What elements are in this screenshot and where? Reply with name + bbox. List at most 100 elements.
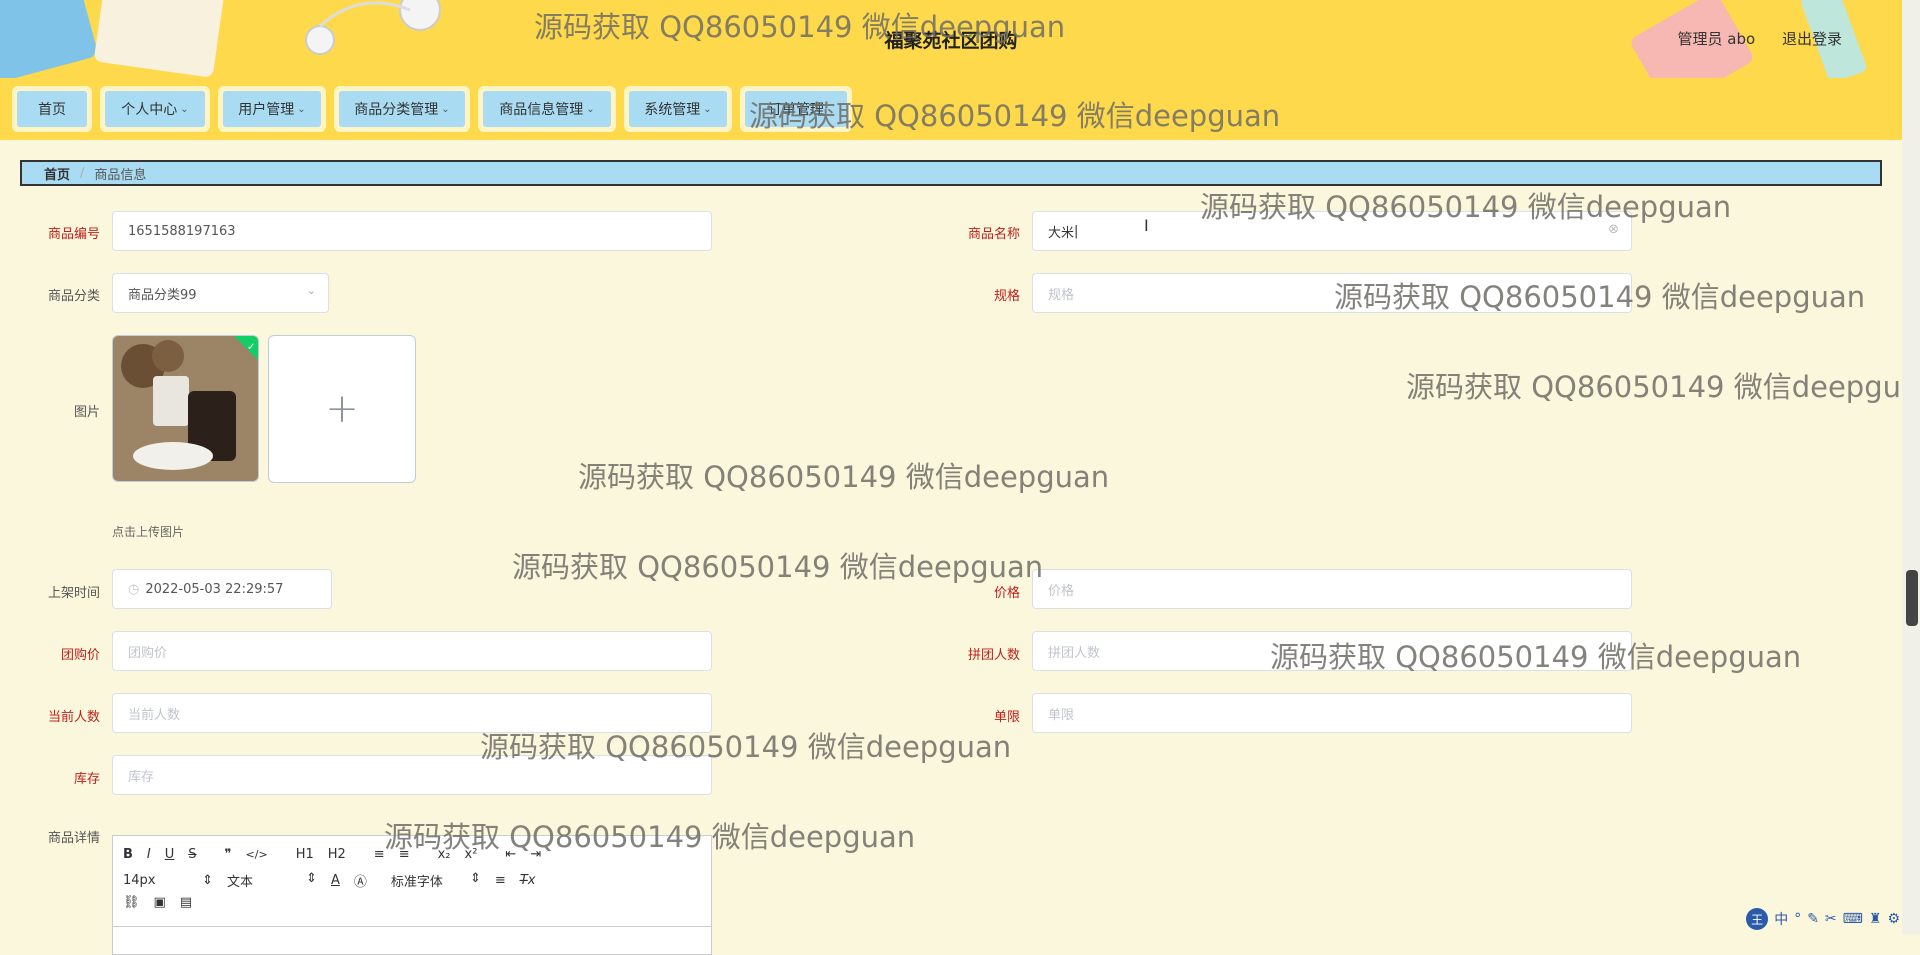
text-cursor-icon: I [1144,216,1149,235]
product-detail-label: 商品详情 [47,831,100,846]
font-size-select[interactable]: 14px ⇕ [123,873,213,888]
clear-format-icon[interactable]: T̶x [520,873,536,888]
video-icon[interactable]: ▤ [180,895,192,910]
group-price-field[interactable]: 团购价 [112,631,712,671]
chevron-down-icon: ⌄ [306,284,316,297]
listing-time-label: 上架时间 [47,586,100,601]
h2-icon[interactable]: H2 [328,847,346,862]
shirt-icon[interactable]: ♜ [1869,911,1882,927]
price-field[interactable]: 价格 [1032,569,1632,609]
scrollbar-thumb[interactable] [1906,570,1918,626]
breadcrumb-separator: / [80,165,85,181]
price-placeholder: 价格 [1048,583,1075,599]
nav-item-label: 个人中心 [121,102,178,118]
group-count-label: 拼团人数 [967,648,1020,663]
watermark: 源码获取 QQ86050149 微信deepguan [512,550,1044,584]
nav-item-system-management[interactable]: 系统管理 ⌄ [624,86,732,132]
clock-icon: ◷ [128,581,140,597]
product-code-label: 商品编号 [47,227,100,242]
watermark: 源码获取 QQ86050149 微信deepguan [1334,280,1866,314]
breadcrumb-current: 商品信息 [94,167,147,183]
text-type-value: 文本 [227,875,254,890]
gear-icon[interactable]: ⚙ [1887,911,1900,927]
watermark: 源码获取 QQ86050149 微信deepguan [384,820,916,854]
ime-logo-icon: 王 [1746,908,1769,930]
spec-placeholder: 规格 [1048,287,1075,303]
page-scrollbar[interactable] [1902,0,1920,934]
product-image-thumbnail[interactable]: ✓ [112,335,259,482]
listing-time-picker[interactable]: ◷ 2022-05-03 22:29:57 [112,569,332,609]
h1-icon[interactable]: H1 [296,847,314,862]
link-icon[interactable]: ⛓ [123,895,140,910]
stock-label: 库存 [73,772,100,787]
chevron-down-icon: ⌄ [180,103,189,115]
font-color-icon[interactable]: A [331,873,340,888]
breadcrumb-home[interactable]: 首页 [44,164,70,183]
nav-item-label: 系统管理 [644,102,701,118]
bold-icon[interactable]: B [123,847,133,862]
spec-label: 规格 [993,289,1020,304]
nav-item-personal-center[interactable]: 个人中心 ⌄ [100,86,210,132]
chevron-down-icon: ⌄ [297,103,306,115]
pen-icon[interactable]: ✎ [1807,911,1819,927]
watermark: 源码获取 QQ86050149 微信deepguan [749,99,1281,133]
background-color-icon[interactable]: Ⓐ [354,871,367,890]
punctuation-icon[interactable]: ° [1794,911,1801,927]
current-count-placeholder: 当前人数 [128,707,181,723]
updown-icon: ⇕ [202,873,213,888]
image-label: 图片 [73,405,100,420]
nav-item-label: 商品信息管理 [499,102,584,118]
watermark: 源码获取 QQ86050149 微信deepguan [1406,370,1920,404]
underline-icon[interactable]: U [165,847,175,862]
product-image: ✓ [113,336,258,481]
text-type-select[interactable]: 文本 ⇕ [227,871,317,890]
group-price-label: 团购价 [60,648,100,663]
group-price-placeholder: 团购价 [128,645,168,661]
group-count-placeholder: 拼团人数 [1048,645,1101,661]
limit-field[interactable]: 单限 [1032,693,1632,733]
plus-icon: + [325,386,359,432]
product-code-field[interactable]: 1651588197163 [112,211,712,251]
limit-label: 单限 [993,710,1020,725]
chevron-down-icon: ⌄ [441,103,450,115]
keyboard-icon[interactable]: ⌨ [1843,911,1863,927]
nav-item-user-management[interactable]: 用户管理 ⌄ [218,86,326,132]
product-code-value: 1651588197163 [128,223,236,239]
updown-icon: ⇕ [470,871,481,886]
editor-toolbar-row-3: ⛓ ▣ ▤ [123,895,206,910]
font-family-value: 标准字体 [390,875,443,890]
ime-mode[interactable]: 中 [1774,909,1788,929]
editor-toolbar-row-2: 14px ⇕ 文本 ⇕ A Ⓐ 标准字体 ⇕ ≡ T̶x [123,871,549,890]
current-count-label: 当前人数 [47,710,100,725]
editor-content-divider [113,926,711,927]
nav-item-home[interactable]: 首页 [12,86,92,132]
product-name-value: 大米 [1048,225,1075,241]
nav-item-label: 首页 [38,102,66,118]
nav-item-label: 用户管理 [238,102,295,118]
listing-time-value: 2022-05-03 22:29:57 [145,581,284,597]
watermark: 源码获取 QQ86050149 微信deepguan [578,460,1110,494]
watermark: 源码获取 QQ86050149 微信deepguan [534,10,1066,44]
logout-link[interactable]: 退出登录 [1782,30,1842,48]
code-icon[interactable]: </> [246,848,268,861]
nav-item-category-management[interactable]: 商品分类管理 ⌄ [334,86,470,132]
watermark: 源码获取 QQ86050149 微信deepguan [1270,640,1802,674]
italic-icon[interactable]: I [147,847,151,862]
admin-username: 管理员 abo [1677,30,1756,48]
blockquote-icon[interactable]: ❞ [225,847,232,862]
stock-placeholder: 库存 [128,769,155,785]
product-category-label: 商品分类 [47,289,100,304]
image-icon[interactable]: ▣ [154,895,166,910]
nav-item-product-management[interactable]: 商品信息管理 ⌄ [478,86,616,132]
user-area: 管理员 abo 退出登录 [1656,28,1842,49]
strike-icon[interactable]: S [188,847,196,862]
product-category-value: 商品分类99 [128,287,197,303]
ime-toolbar[interactable]: 王 中 ° ✎ ✂ ⌨ ♜ ⚙ [1746,908,1900,930]
image-upload-button[interactable]: + [268,335,416,483]
align-icon[interactable]: ≡ [495,873,506,888]
scissors-icon[interactable]: ✂ [1825,911,1837,927]
text-caret: | [1074,223,1079,239]
font-family-select[interactable]: 标准字体 ⇕ [391,871,481,890]
watermark: 源码获取 QQ86050149 微信deepguan [1200,190,1732,224]
product-category-select[interactable]: 商品分类99 ⌄ [112,273,329,313]
